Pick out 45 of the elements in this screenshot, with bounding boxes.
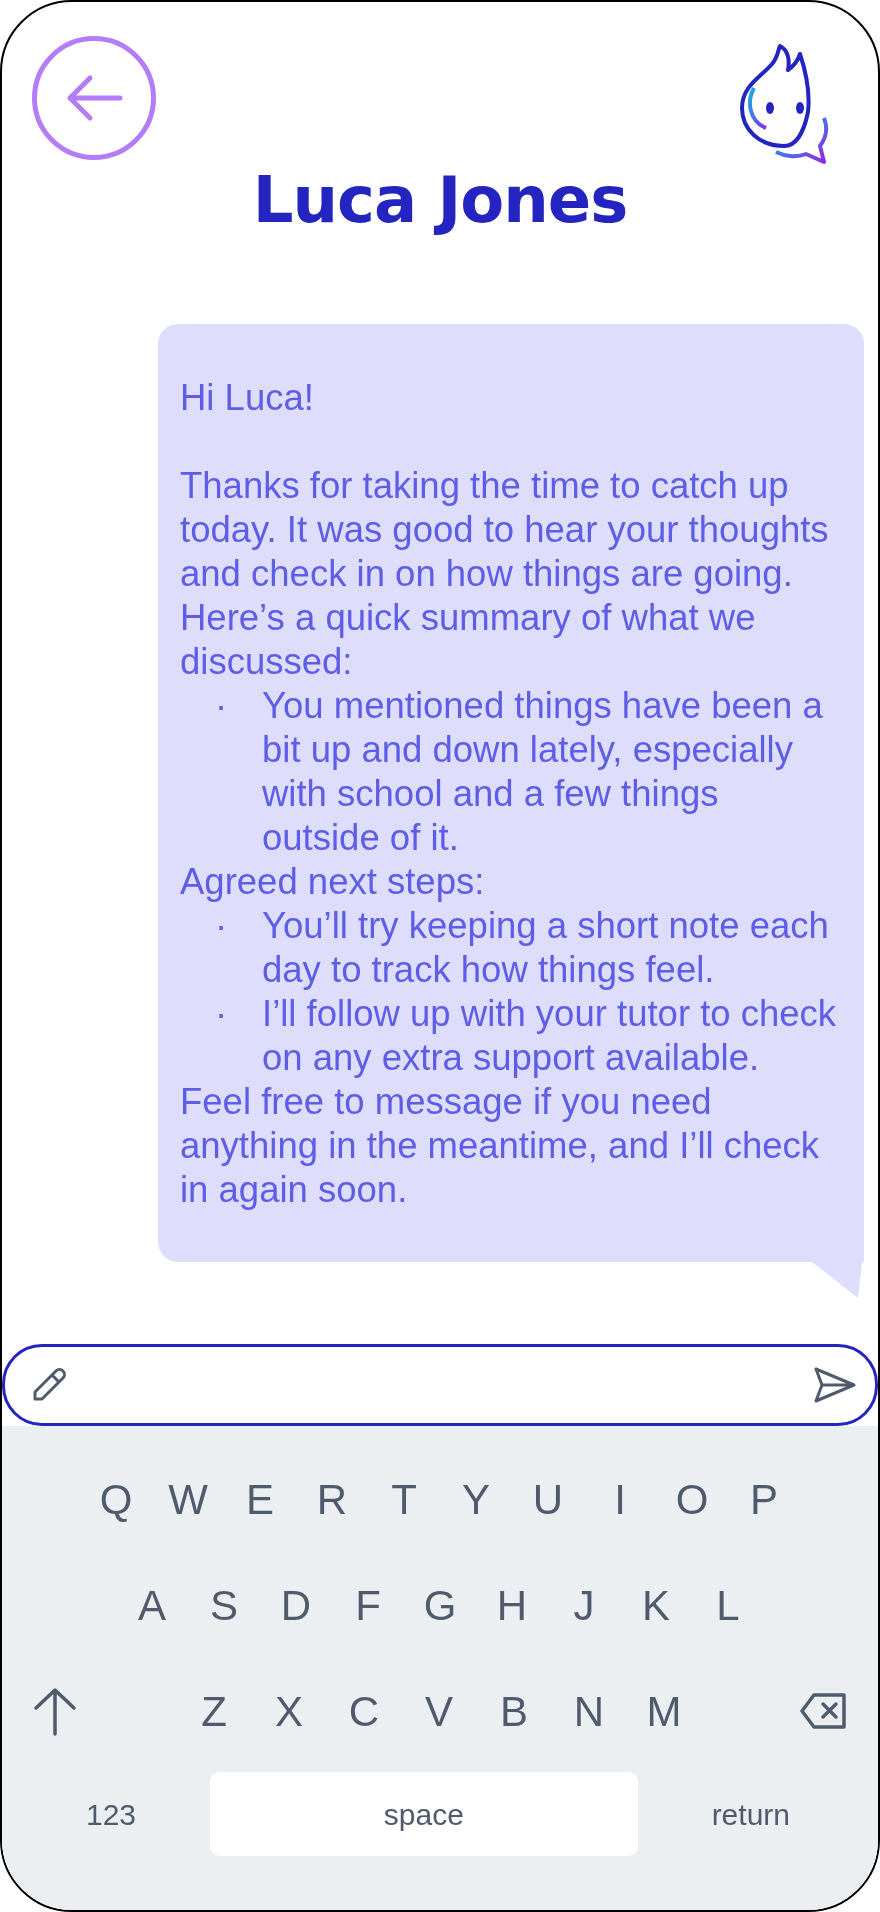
letter-key[interactable]: G xyxy=(404,1573,476,1637)
letter-key[interactable]: Y xyxy=(440,1467,512,1531)
message-input[interactable] xyxy=(2,1344,878,1426)
letter-key[interactable]: X xyxy=(251,1679,327,1743)
return-key[interactable]: return xyxy=(711,1791,790,1837)
bullet-mark: · xyxy=(213,992,229,1036)
letter-key[interactable]: O xyxy=(656,1467,728,1531)
letter-key[interactable]: S xyxy=(188,1573,260,1637)
shift-icon[interactable] xyxy=(32,1686,78,1736)
letter-key[interactable]: A xyxy=(116,1573,188,1637)
contact-name: Luca Jones xyxy=(251,162,629,239)
letter-key[interactable]: I xyxy=(584,1467,656,1531)
letter-key[interactable]: K xyxy=(620,1573,692,1637)
letter-key[interactable]: E xyxy=(224,1467,296,1531)
numbers-key[interactable]: 123 xyxy=(86,1791,137,1837)
letter-key[interactable]: J xyxy=(548,1573,620,1637)
letter-key[interactable]: N xyxy=(551,1679,627,1743)
backspace-icon[interactable] xyxy=(800,1692,848,1730)
letter-key[interactable]: Z xyxy=(176,1679,252,1743)
bullet-mark: · xyxy=(213,684,229,728)
space-key[interactable]: space xyxy=(209,1772,638,1856)
letter-key[interactable]: V xyxy=(401,1679,477,1743)
letter-key[interactable]: C xyxy=(326,1679,402,1743)
bullet-text: You mentioned things have been a bit up and down lately, especially with school and a few things outside of it. xyxy=(262,684,824,860)
letter-key[interactable]: H xyxy=(476,1573,548,1637)
back-button[interactable] xyxy=(32,36,156,160)
letter-key[interactable]: F xyxy=(332,1573,404,1637)
letter-key[interactable]: W xyxy=(152,1467,224,1531)
letter-key[interactable]: D xyxy=(260,1573,332,1637)
greeting-text: Hi Luca! xyxy=(180,376,315,420)
message-paragraph: Feel free to message if you need anything in the meantime, and I’ll check in again soon. xyxy=(180,1080,821,1212)
bullet-mark: · xyxy=(213,904,229,948)
letter-key[interactable]: R xyxy=(296,1467,368,1531)
letter-key[interactable]: P xyxy=(728,1467,800,1531)
message-paragraph: Agreed next steps: xyxy=(180,860,486,904)
bullet-text: You’ll try keeping a short note each day to track how things feel. xyxy=(262,904,830,992)
bullet-text: I’ll follow up with your tutor to check on any extra support available. xyxy=(262,992,838,1080)
letter-key[interactable]: B xyxy=(476,1679,552,1743)
message-paragraph: Thanks for taking the time to catch up today. It was good to hear your thoughts and check in on how things are going. Here’s a quick summary of what we discussed: xyxy=(180,464,830,684)
letter-key[interactable]: T xyxy=(368,1467,440,1531)
letter-key[interactable]: U xyxy=(512,1467,584,1531)
send-icon[interactable] xyxy=(813,1365,857,1405)
letter-key[interactable]: Q xyxy=(80,1467,152,1531)
letter-key[interactable]: M xyxy=(626,1679,702,1743)
letter-key[interactable]: L xyxy=(692,1573,764,1637)
